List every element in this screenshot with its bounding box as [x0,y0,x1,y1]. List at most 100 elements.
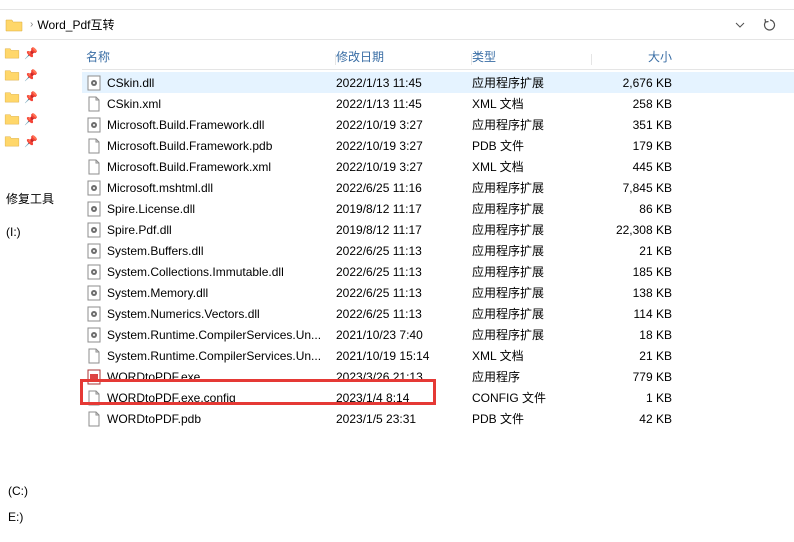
file-name: System.Numerics.Vectors.dll [107,307,260,321]
pinned-item[interactable]: 📌 [4,44,68,62]
doc-icon [86,390,102,406]
file-row[interactable]: System.Numerics.Vectors.dll 2022/6/25 11:… [82,303,794,324]
file-name: CSkin.dll [107,76,154,90]
breadcrumb-folder[interactable]: Word_Pdf互转 [37,16,114,33]
file-date: 2022/6/25 11:13 [336,286,472,300]
file-name: Microsoft.Build.Framework.dll [107,118,264,132]
gear-icon [86,285,102,301]
file-type: 应用程序扩展 [472,200,592,217]
nav-item-repair[interactable]: 修复工具 [4,190,68,207]
file-size: 21 KB [592,349,688,363]
file-row[interactable]: Microsoft.Build.Framework.xml 2022/10/19 … [82,156,794,177]
file-date: 2021/10/19 15:14 [336,349,472,363]
file-type: CONFIG 文件 [472,389,592,406]
file-name: System.Buffers.dll [107,244,203,258]
file-name: Microsoft.Build.Framework.xml [107,160,271,174]
file-date: 2022/10/19 3:27 [336,160,472,174]
file-name: WORDtoPDF.pdb [107,412,201,426]
window-titlebar-fragment [0,0,794,10]
doc-icon [86,138,102,154]
file-date: 2022/6/25 11:13 [336,307,472,321]
file-row[interactable]: CSkin.dll2022/1/13 11:45应用程序扩展2,676 KB [82,72,794,93]
nav-item-drive-c[interactable]: (C:) [6,484,68,498]
file-size: 185 KB [592,265,688,279]
pinned-item[interactable]: 📌 [4,132,68,150]
file-size: 42 KB [592,412,688,426]
file-date: 2023/1/5 23:31 [336,412,472,426]
gear-icon [86,75,102,91]
column-header-size[interactable]: 大小 [592,48,688,65]
breadcrumb: › Word_Pdf互转 [0,10,794,40]
pin-icon: 📌 [24,135,38,148]
column-header-date[interactable]: 修改日期 [336,48,472,65]
file-name: System.Collections.Immutable.dll [107,265,284,279]
chevron-right-icon: › [30,19,33,30]
file-size: 114 KB [592,307,688,321]
pin-icon: 📌 [24,69,38,82]
file-row[interactable]: WORDtoPDF.pdb2023/1/5 23:31PDB 文件42 KB [82,408,794,429]
nav-item-drive-i[interactable]: (I:) [4,225,68,239]
file-row[interactable]: CSkin.xml2022/1/13 11:45XML 文档258 KB [82,93,794,114]
pinned-item[interactable]: 📌 [4,88,68,106]
nav-item-drive-e[interactable]: E:) [6,510,68,524]
pinned-item[interactable]: 📌 [4,110,68,128]
file-size: 445 KB [592,160,688,174]
file-name: WORDtoPDF.exe [107,370,200,384]
dropdown-chevron-icon[interactable] [732,17,748,33]
main-area: 📌 📌 📌 📌 📌 修复工具 (I:) (C:) E:) [0,40,794,542]
file-row[interactable]: System.Runtime.CompilerServices.Un...202… [82,324,794,345]
gear-icon [86,117,102,133]
file-date: 2022/1/13 11:45 [336,76,472,90]
file-row[interactable]: Spire.Pdf.dll2019/8/12 11:17应用程序扩展22,308… [82,219,794,240]
file-name: System.Runtime.CompilerServices.Un... [107,349,321,363]
file-name: CSkin.xml [107,97,161,111]
file-type: 应用程序扩展 [472,74,592,91]
file-type: XML 文档 [472,95,592,112]
file-size: 351 KB [592,118,688,132]
file-name: Microsoft.mshtml.dll [107,181,213,195]
file-type: 应用程序 [472,368,592,385]
refresh-icon[interactable] [762,17,778,33]
doc-icon [86,159,102,175]
file-date: 2022/6/25 11:13 [336,265,472,279]
file-date: 2019/8/12 11:17 [336,223,472,237]
pinned-item[interactable]: 📌 [4,66,68,84]
file-date: 2022/10/19 3:27 [336,118,472,132]
doc-icon [86,348,102,364]
file-date: 2023/3/26 21:13 [336,370,472,384]
file-type: 应用程序扩展 [472,305,592,322]
file-size: 179 KB [592,139,688,153]
column-headers: 名称 修改日期 类型 大小 [82,44,794,70]
file-size: 779 KB [592,370,688,384]
file-size: 21 KB [592,244,688,258]
file-date: 2019/8/12 11:17 [336,202,472,216]
pin-icon: 📌 [24,113,38,126]
pin-icon: 📌 [24,47,38,60]
gear-icon [86,264,102,280]
file-row[interactable]: Microsoft.Build.Framework.dll 2022/10/19 … [82,114,794,135]
column-header-name[interactable]: 名称 [82,48,336,65]
file-name: WORDtoPDF.exe.config [107,391,236,405]
file-type: 应用程序扩展 [472,263,592,280]
file-date: 2022/6/25 11:13 [336,244,472,258]
gear-icon [86,243,102,259]
file-size: 18 KB [592,328,688,342]
navigation-pane: 📌 📌 📌 📌 📌 修复工具 (I:) (C:) E:) [0,40,68,542]
file-row[interactable]: Microsoft.mshtml.dll2022/6/25 11:16应用程序扩… [82,177,794,198]
file-row[interactable]: System.Memory.dll2022/6/25 11:13应用程序扩展13… [82,282,794,303]
file-row[interactable]: System.Buffers.dll2022/6/25 11:13应用程序扩展2… [82,240,794,261]
file-type: 应用程序扩展 [472,326,592,343]
file-size: 86 KB [592,202,688,216]
file-row[interactable]: WORDtoPDF.exe 2023/3/26 21:13应用程序779 KB [82,366,794,387]
file-row[interactable]: Microsoft.Build.Framework.pdb2022/10/19 … [82,135,794,156]
file-type: 应用程序扩展 [472,284,592,301]
gear-icon [86,180,102,196]
doc-icon [86,96,102,112]
file-list-pane: 名称 修改日期 类型 大小 CSkin.dll2022/1/13 11:45应用… [68,40,794,542]
column-header-type[interactable]: 类型 [472,48,592,65]
file-row[interactable]: System.Runtime.CompilerServices.Un... 202… [82,345,794,366]
file-row[interactable]: WORDtoPDF.exe.config2023/1/4 8:14CONFIG … [82,387,794,408]
file-row[interactable]: Spire.License.dll2019/8/12 11:17应用程序扩展86… [82,198,794,219]
file-row[interactable]: System.Collections.Immutable.dll 2022/6/2… [82,261,794,282]
file-size: 258 KB [592,97,688,111]
